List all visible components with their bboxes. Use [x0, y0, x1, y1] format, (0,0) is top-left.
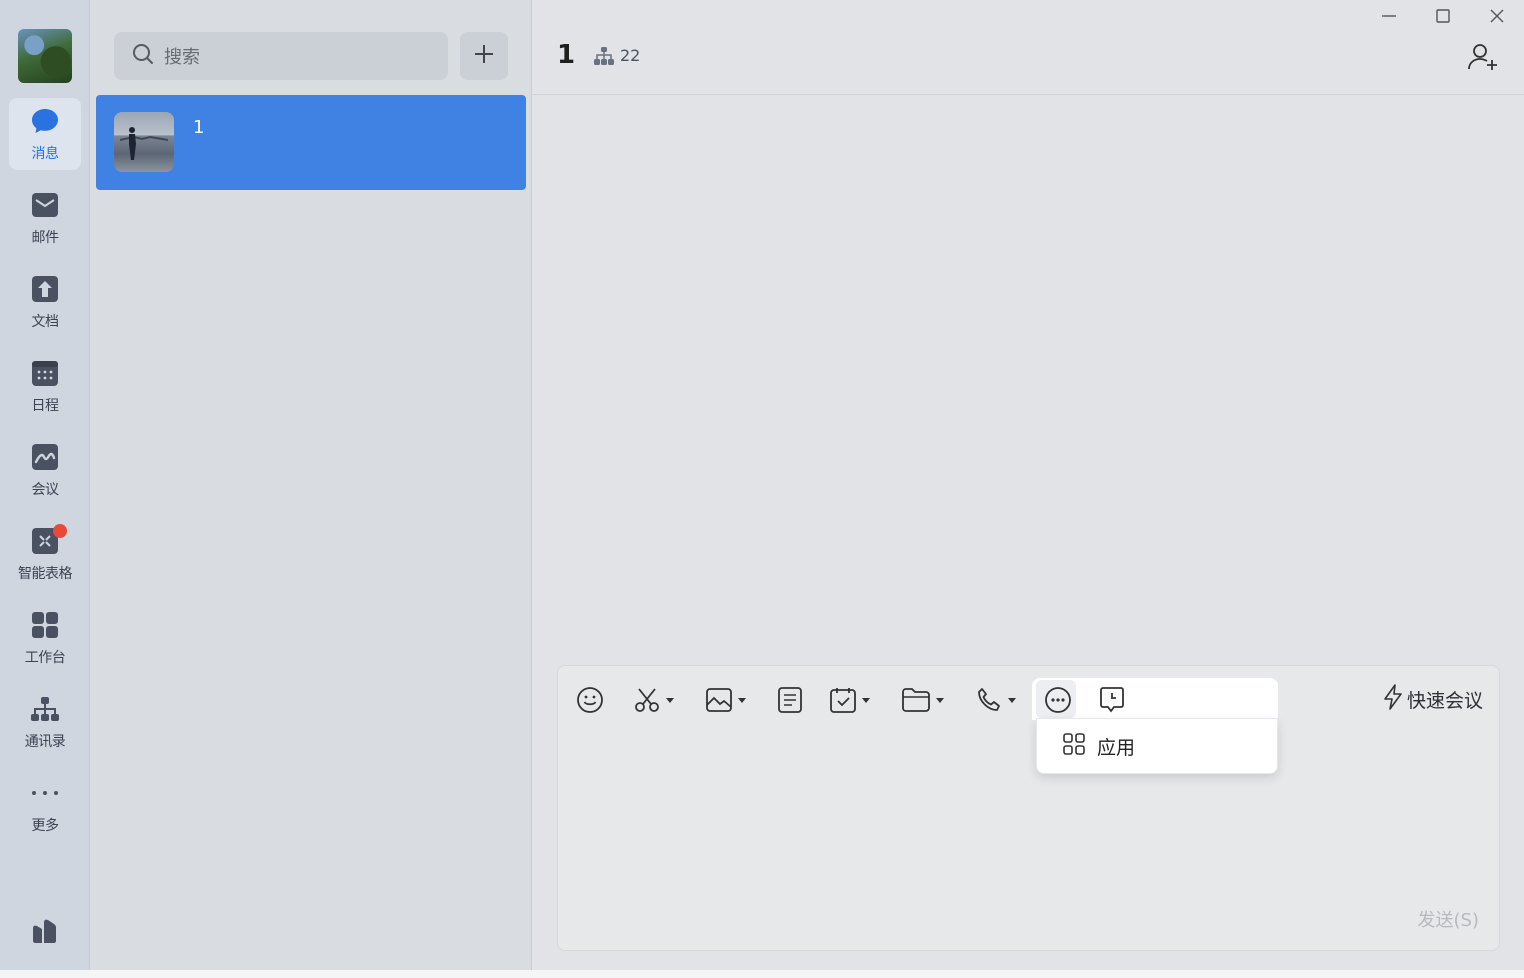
nav-label: 更多 [31, 818, 60, 834]
send-button[interactable]: 发送(S) [1418, 906, 1479, 932]
nav-item-contacts[interactable]: 通讯录 [9, 686, 81, 758]
nav-label: 工作台 [24, 650, 66, 666]
minimize-icon [1381, 8, 1397, 28]
call-button[interactable] [976, 682, 1016, 718]
schedule-message-button[interactable] [1098, 682, 1126, 718]
minimize-button[interactable] [1377, 6, 1401, 30]
nav-label: 消息 [31, 146, 60, 162]
apps-menu-label: 应用 [1097, 736, 1136, 759]
plus-icon [473, 43, 495, 69]
nav-item-more[interactable]: 更多 [9, 770, 81, 842]
apps-menu-item[interactable]: 应用 [1036, 718, 1278, 774]
nav-label: 智能表格 [18, 566, 73, 582]
chevron-down-icon [862, 697, 870, 703]
group-members-icon[interactable] [593, 46, 615, 66]
nav-item-messages[interactable]: 消息 [9, 98, 81, 170]
chevron-down-icon [936, 697, 944, 703]
folder-icon [902, 688, 930, 712]
chevron-down-icon [738, 697, 746, 703]
notification-dot [53, 524, 67, 538]
phone-icon [976, 687, 1002, 713]
apps-grid-icon [1063, 733, 1085, 759]
emoji-icon [576, 686, 604, 714]
conversation-title: 1 [193, 117, 205, 138]
chat-header: 1 22 [533, 0, 1524, 95]
screenshot-button[interactable] [634, 682, 674, 718]
nav-label: 通讯录 [24, 734, 66, 750]
calendar-icon [30, 358, 60, 388]
add-button[interactable] [460, 32, 508, 80]
scissors-icon [634, 686, 660, 714]
comment-clock-icon [1098, 686, 1126, 714]
maximize-button[interactable] [1431, 6, 1455, 30]
contacts-icon [30, 694, 60, 724]
todo-icon [830, 687, 856, 713]
workbench-icon [30, 610, 60, 640]
quick-meeting-label: 快速会议 [1406, 689, 1483, 712]
user-avatar[interactable] [18, 29, 72, 83]
nav-label: 日程 [31, 398, 60, 414]
close-button[interactable] [1485, 6, 1509, 30]
nav-item-meeting[interactable]: 会议 [9, 434, 81, 506]
mail-icon [30, 190, 60, 220]
nav-rail: 消息 邮件 文档 日程 会议 智能表格 工作台 通讯录 更多 [0, 0, 90, 978]
emoji-button[interactable] [576, 682, 604, 718]
nav-label: 会议 [31, 482, 60, 498]
note-icon [778, 687, 802, 713]
quick-meeting-button[interactable]: 快速会议 [1383, 684, 1483, 714]
window-bottom-edge [0, 970, 1524, 978]
add-user-icon [1467, 44, 1499, 76]
nav-label: 文档 [31, 314, 60, 330]
document-icon [30, 274, 60, 304]
lightning-icon [1383, 684, 1403, 714]
add-member-button[interactable] [1467, 42, 1499, 72]
more-dots-icon [30, 778, 60, 808]
nav-item-mail[interactable]: 邮件 [9, 182, 81, 254]
search-input[interactable]: 搜索 [114, 32, 448, 80]
conversation-item[interactable]: 1 [96, 95, 526, 190]
note-button[interactable] [778, 682, 802, 718]
member-count[interactable]: 22 [620, 46, 640, 65]
maximize-icon [1435, 8, 1451, 28]
app-logo-icon[interactable] [30, 916, 60, 946]
nav-item-workbench[interactable]: 工作台 [9, 602, 81, 674]
more-circle-icon [1044, 686, 1072, 714]
conversation-panel: 搜索 1 [90, 0, 532, 978]
nav-item-calendar[interactable]: 日程 [9, 350, 81, 422]
search-icon [132, 43, 154, 69]
chat-bubble-icon [30, 106, 60, 136]
chat-title: 1 [557, 40, 576, 70]
nav-item-docs[interactable]: 文档 [9, 266, 81, 338]
chat-area: 1 22 应用 快速会议 发送(S) [533, 0, 1524, 978]
chevron-down-icon [1008, 697, 1016, 703]
conversation-avatar [114, 112, 174, 172]
image-icon [706, 688, 732, 712]
image-button[interactable] [706, 682, 746, 718]
search-placeholder: 搜索 [164, 47, 200, 68]
close-icon [1489, 8, 1505, 28]
meeting-icon [30, 442, 60, 472]
chevron-down-icon [666, 697, 674, 703]
todo-button[interactable] [830, 682, 870, 718]
nav-label: 邮件 [31, 230, 60, 246]
message-composer[interactable]: 应用 快速会议 发送(S) [557, 665, 1500, 951]
file-button[interactable] [902, 682, 944, 718]
nav-item-smart-sheet[interactable]: 智能表格 [9, 518, 81, 590]
more-button[interactable] [1044, 682, 1072, 718]
